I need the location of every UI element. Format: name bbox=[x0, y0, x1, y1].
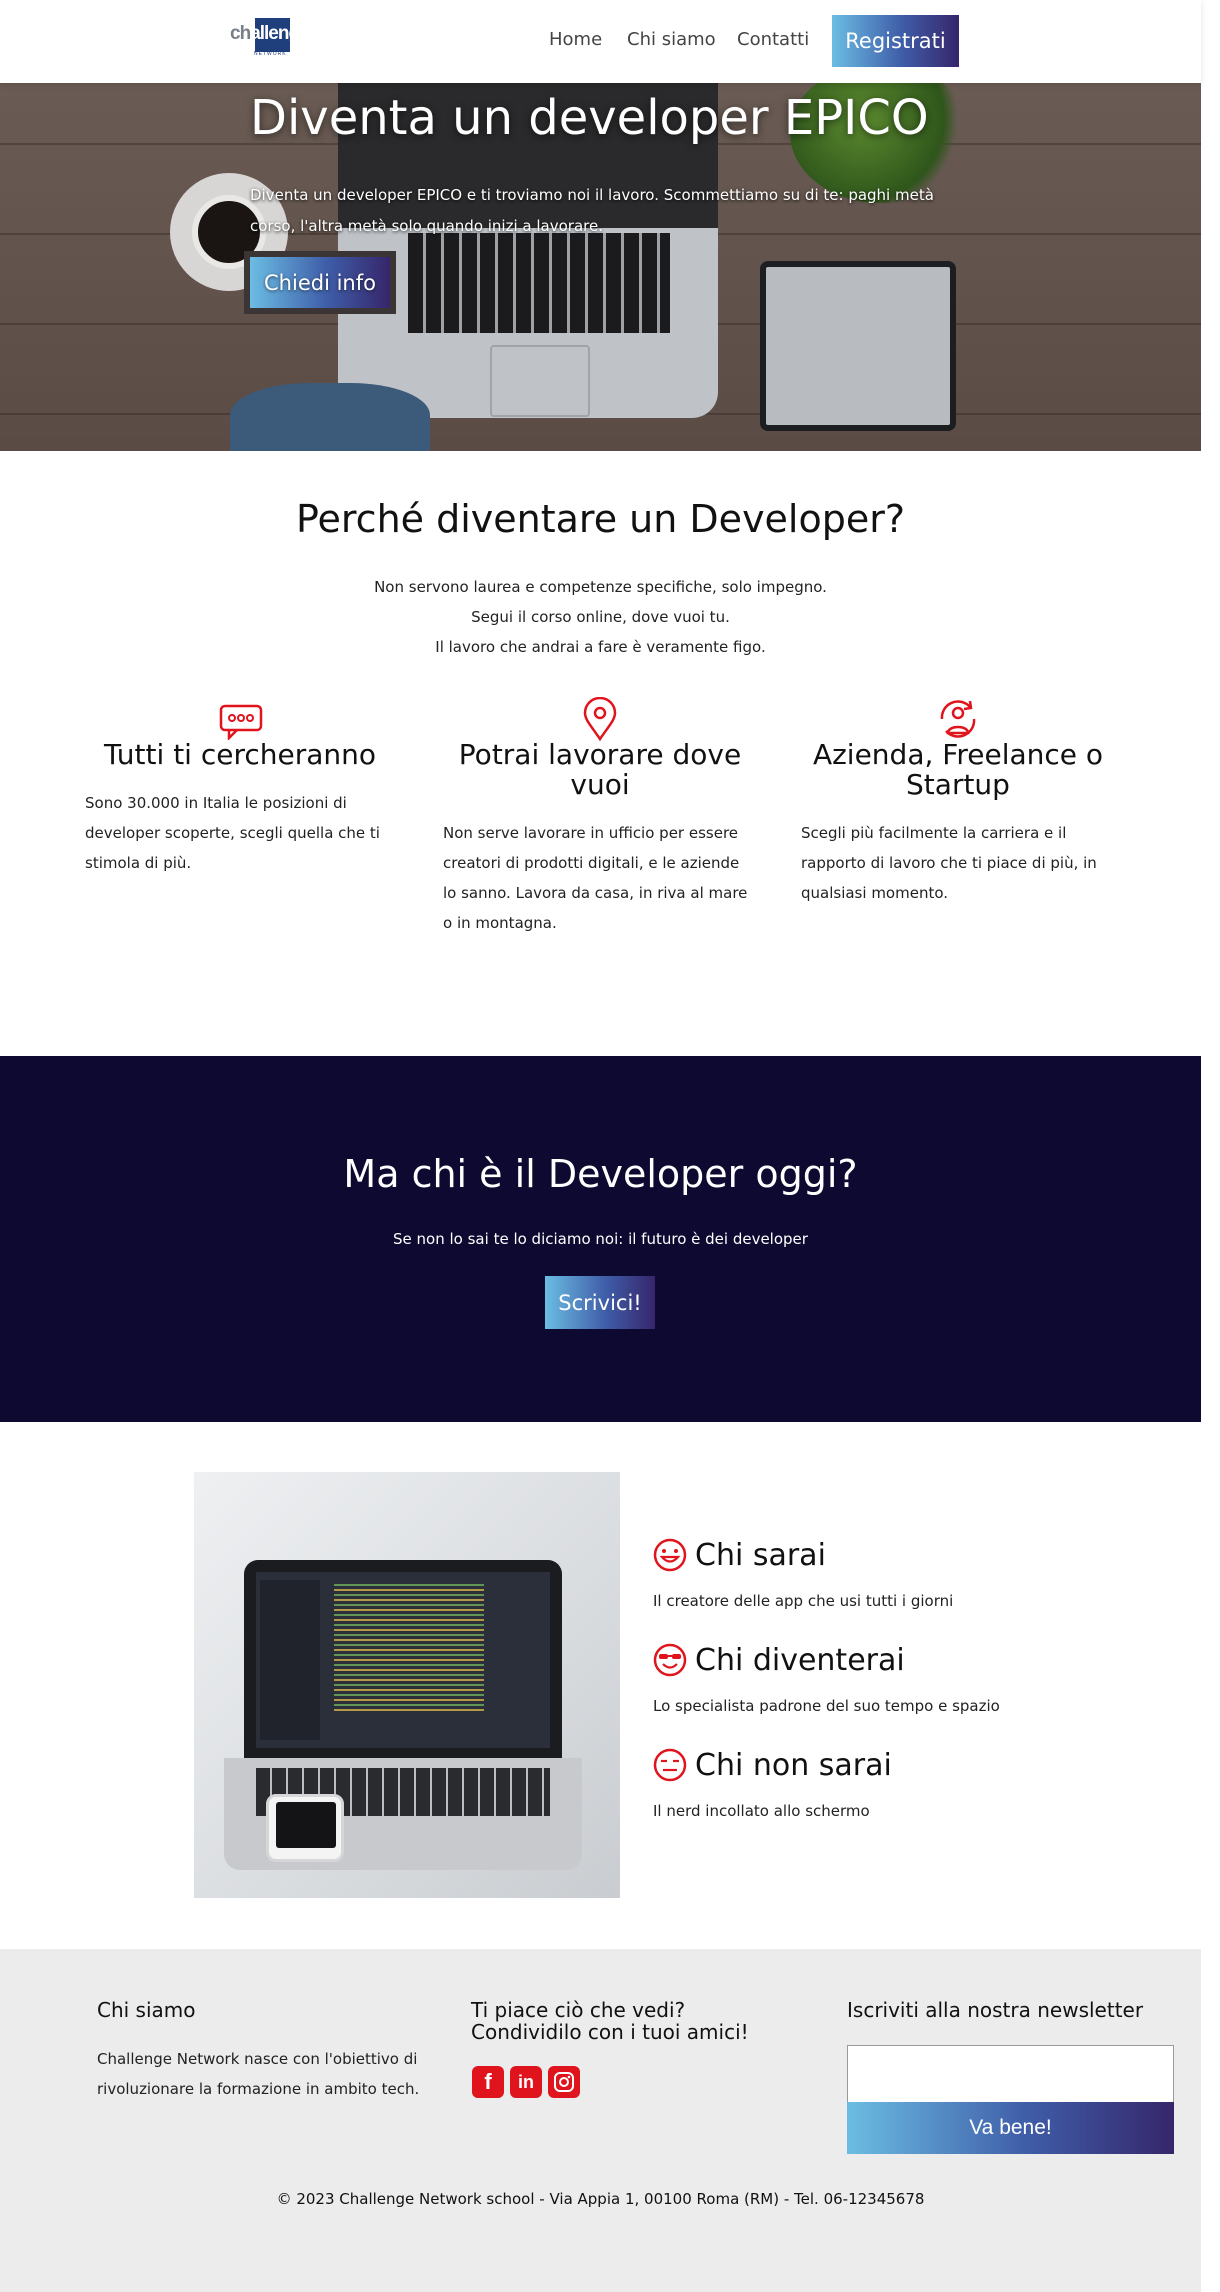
user-refresh-icon bbox=[940, 700, 976, 738]
why-subtitle: Non servono laurea e competenze specific… bbox=[0, 572, 1201, 662]
why-line: Non servono laurea e competenze specific… bbox=[374, 578, 827, 596]
about-title: Chi siamo bbox=[97, 1998, 196, 2022]
chat-bubble-icon bbox=[219, 704, 263, 740]
newsletter-title: Iscriviti alla nostra newsletter bbox=[847, 1998, 1144, 2022]
logo[interactable]: challenge NETWORK bbox=[230, 18, 316, 58]
who-text: Il nerd incollato allo schermo bbox=[653, 1802, 870, 1820]
site-header: challenge NETWORK Home Chi siamo Contatt… bbox=[0, 0, 1201, 83]
instagram-glyph bbox=[554, 2072, 574, 2092]
band-title: Ma chi è il Developer oggi? bbox=[343, 1152, 858, 1196]
smile-icon bbox=[653, 1538, 687, 1572]
why-line: Segui il corso online, dove vuoi tu. bbox=[471, 608, 730, 626]
code-lines bbox=[334, 1584, 484, 1714]
instagram-icon[interactable] bbox=[548, 2066, 580, 2098]
logo-text-a: ch bbox=[230, 23, 251, 44]
cool-face-icon bbox=[653, 1643, 687, 1677]
who-text: Lo specialista padrone del suo tempo e s… bbox=[653, 1697, 1000, 1715]
write-us-button[interactable]: Scrivici! bbox=[545, 1276, 655, 1329]
hero-title: Diventa un developer EPICO bbox=[250, 90, 929, 146]
who-title: Chi non sarai bbox=[695, 1748, 892, 1783]
why-title: Perché diventare un Developer? bbox=[295, 497, 906, 541]
feature-text: Sono 30.000 in Italia le posizioni di de… bbox=[85, 794, 380, 872]
nav-chi-siamo[interactable]: Chi siamo bbox=[627, 29, 716, 50]
location-pin-icon bbox=[583, 697, 617, 741]
who-text: Il creatore delle app che usi tutti i gi… bbox=[653, 1592, 954, 1610]
feature-title: Tutti ti cercheranno bbox=[103, 738, 377, 771]
editor-sidebar bbox=[260, 1580, 320, 1740]
neutral-face-icon bbox=[653, 1748, 687, 1782]
share-title: Ti piace ciò che vedi? Condividilo con i… bbox=[471, 1998, 749, 2044]
laptop-photo bbox=[194, 1472, 620, 1898]
copyright: © 2023 Challenge Network school - Via Ap… bbox=[276, 2190, 925, 2208]
linkedin-icon[interactable]: in bbox=[510, 2066, 542, 2098]
info-button[interactable]: Chiedi info bbox=[244, 251, 396, 314]
drawing-tablet-image bbox=[760, 261, 956, 431]
logo-text-b: allenge bbox=[250, 23, 309, 44]
nav-home[interactable]: Home bbox=[549, 29, 602, 50]
register-button[interactable]: Registrati bbox=[832, 15, 959, 67]
feature-text: Non serve lavorare in ufficio per essere… bbox=[443, 824, 748, 932]
who-title: Chi diventerai bbox=[695, 1643, 905, 1678]
newsletter-email-input[interactable] bbox=[847, 2045, 1174, 2103]
facebook-icon[interactable]: f bbox=[472, 2066, 504, 2098]
page: challenge NETWORK Home Chi siamo Contatt… bbox=[0, 0, 1201, 2292]
logo-subtitle: NETWORK bbox=[254, 51, 287, 57]
why-line: Il lavoro che andrai a fare è veramente … bbox=[435, 638, 766, 656]
arm-sleeve-image bbox=[230, 383, 430, 451]
feature-title: Potrai lavorare dove vuoi bbox=[458, 738, 742, 801]
smartphone-screen bbox=[276, 1802, 336, 1848]
laptop-trackpad bbox=[490, 345, 590, 417]
feature-title: Azienda, Freelance o Startup bbox=[812, 738, 1104, 801]
who-title: Chi sarai bbox=[695, 1538, 826, 1573]
feature-text: Scegli più facilmente la carriera e il r… bbox=[801, 824, 1097, 902]
band-subtitle: Se non lo sai te lo diciamo noi: il futu… bbox=[393, 1230, 808, 1248]
nav-contatti[interactable]: Contatti bbox=[737, 29, 809, 50]
about-text: Challenge Network nasce con l'obiettivo … bbox=[97, 2050, 420, 2098]
laptop-keyboard bbox=[408, 233, 670, 333]
hero-text: Diventa un developer EPICO e ti troviamo… bbox=[250, 186, 934, 235]
newsletter-submit-button[interactable]: Va bene! bbox=[847, 2102, 1174, 2154]
logo-text: challenge bbox=[230, 23, 310, 45]
